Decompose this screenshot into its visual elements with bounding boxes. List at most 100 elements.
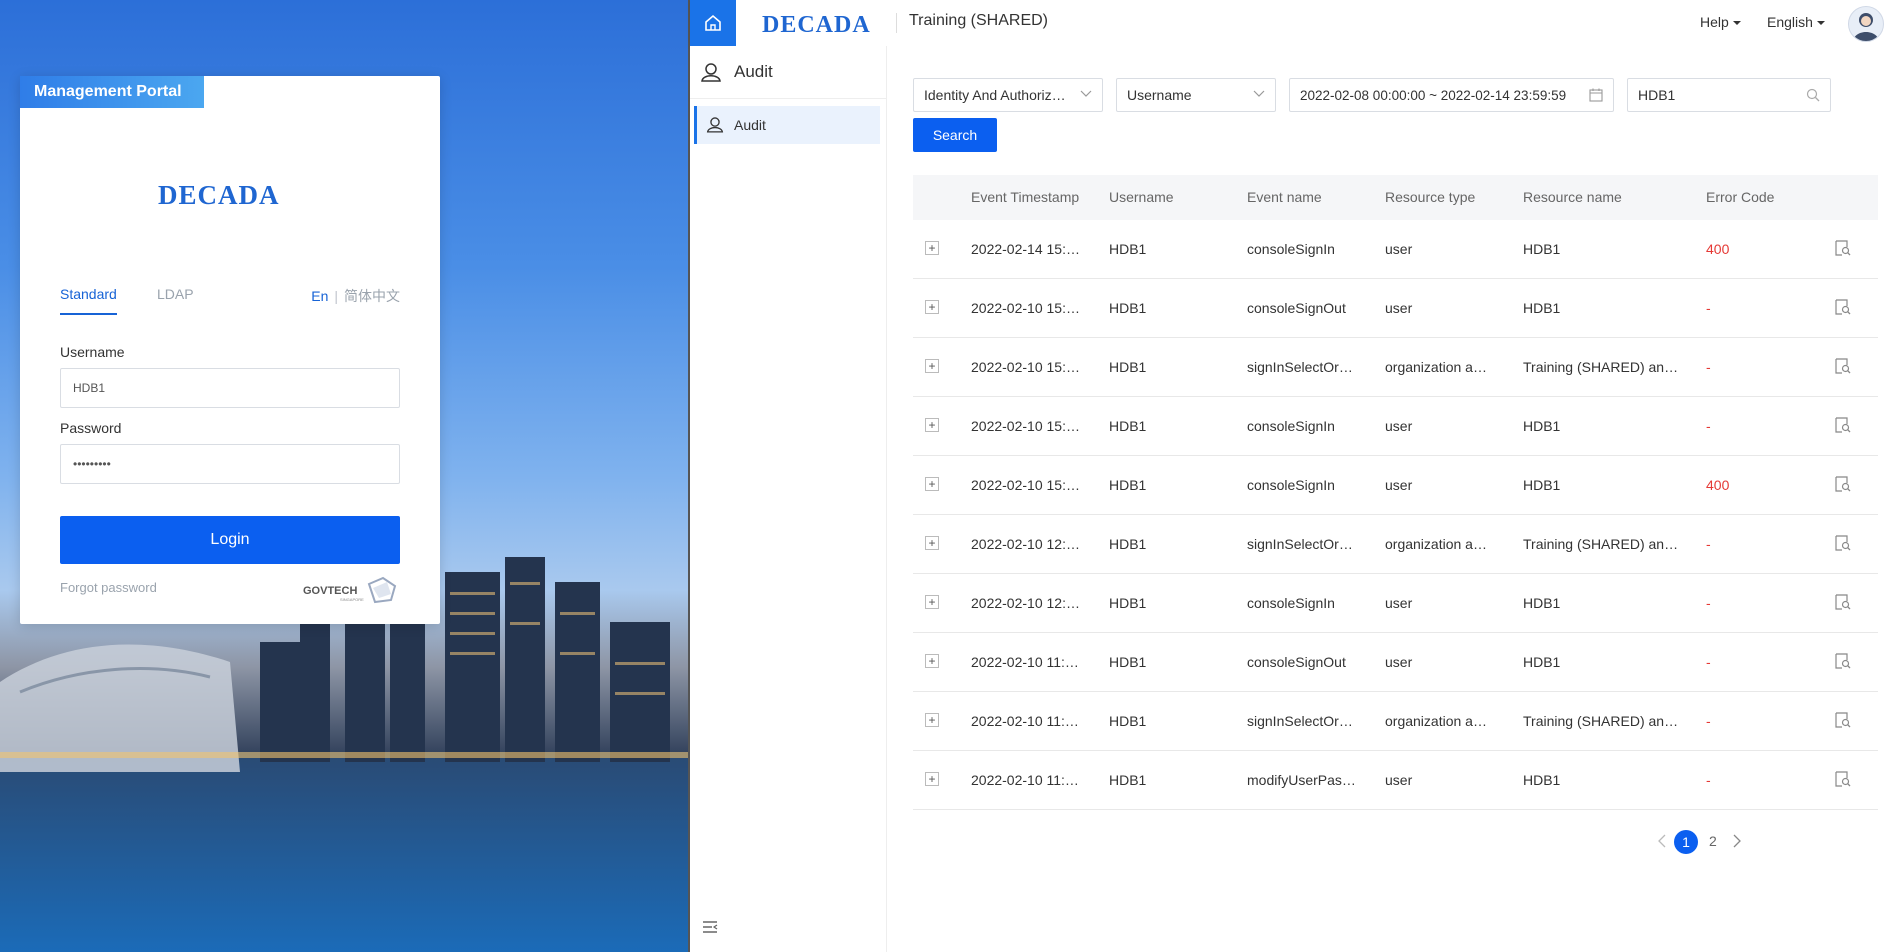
password-field[interactable]: ••••••••• [60,444,400,484]
column-header: Error Code [1706,189,1775,205]
expand-row-button[interactable]: + [925,241,939,255]
username-cell: HDB1 [1109,477,1147,493]
login-card: Management Portal DECADA Standard LDAP E… [20,76,440,624]
event-timestamp-cell: 2022-02-10 11:… [971,772,1079,788]
event-name-cell: modifyUserPas… [1247,772,1356,788]
svg-text:GOVTECH: GOVTECH [303,585,357,597]
expand-row-button[interactable]: + [925,654,939,668]
resource-name-cell: Training (SHARED) an… [1523,536,1679,552]
language-label: English [1767,14,1813,30]
home-button[interactable] [690,0,736,46]
lang-cn-link[interactable]: 简体中文 [344,288,400,304]
sidebar-header: Audit [690,46,886,99]
date-range-picker[interactable]: 2022-02-08 00:00:00 ~ 2022-02-14 23:59:5… [1289,78,1614,112]
error-code-cell: - [1706,536,1711,552]
decada-logo[interactable]: DECADA [762,10,882,36]
resource-type-cell: user [1385,418,1413,434]
view-detail-icon[interactable] [1835,299,1851,315]
event-timestamp-cell: 2022-02-10 15:… [971,359,1080,375]
page-button-1[interactable]: 1 [1674,830,1698,854]
category-select[interactable]: Identity And Authorization [913,78,1103,112]
event-name-cell: consoleSignIn [1247,241,1335,257]
column-header: Event Timestamp [971,189,1080,205]
tab-ldap[interactable]: LDAP [157,286,194,302]
resource-name-cell: HDB1 [1523,595,1561,611]
resource-type-cell: user [1385,595,1413,611]
view-detail-icon[interactable] [1835,653,1851,669]
resource-type-cell: organization a… [1385,713,1487,729]
help-menu[interactable]: Help [1700,14,1741,30]
view-detail-icon[interactable] [1835,417,1851,433]
table-body: +2022-02-14 15:… HDB1 consoleSignIn user HDB… [913,220,1878,810]
table-row: +2022-02-10 12:… HDB1 consoleSignIn user HDB… [913,574,1878,633]
view-detail-icon[interactable] [1835,476,1851,492]
expand-row-button[interactable]: + [925,418,939,432]
language-menu[interactable]: English [1767,14,1825,30]
username-field[interactable]: HDB1 [60,368,400,408]
lang-en-link[interactable]: En [311,288,328,304]
search-icon [1806,88,1820,102]
error-code-cell: - [1706,359,1711,375]
error-code-cell: 400 [1706,241,1730,257]
sidebar-item-audit[interactable]: Audit [694,106,880,144]
page-button-2[interactable]: 2 [1709,833,1717,849]
home-icon [705,14,721,31]
expand-row-button[interactable]: + [925,772,939,786]
user-avatar[interactable] [1848,6,1884,42]
resource-name-cell: HDB1 [1523,654,1561,670]
category-select-value: Identity And Authorization [924,87,1072,103]
username-cell: HDB1 [1109,241,1147,257]
view-detail-icon[interactable] [1835,594,1851,610]
table-row: +2022-02-10 11:… HDB1 modifyUserPas… user HD… [913,751,1878,810]
resource-name-cell: HDB1 [1523,241,1561,257]
expand-row-button[interactable]: + [925,359,939,373]
field-select[interactable]: Username [1116,78,1276,112]
resource-name-cell: HDB1 [1523,477,1561,493]
event-name-cell: signInSelectOr… [1247,359,1353,375]
title-divider [896,13,897,33]
field-select-value: Username [1127,87,1192,103]
sidebar: Audit Audit [690,46,887,952]
resource-type-cell: organization a… [1385,536,1487,552]
chevron-right-icon[interactable] [1732,834,1742,848]
forgot-password-link[interactable]: Forgot password [60,580,157,595]
password-label: Password [60,420,122,436]
table-row: +2022-02-10 15:… HDB1 signInSelectOr… organ… [913,338,1878,397]
event-name-cell: signInSelectOr… [1247,536,1353,552]
event-name-cell: consoleSignIn [1247,477,1335,493]
event-name-cell: consoleSignOut [1247,654,1346,670]
table-row: +2022-02-10 15:… HDB1 consoleSignIn user HDB… [913,397,1878,456]
table-row: +2022-02-10 15:… HDB1 consoleSignIn user HDB… [913,456,1878,515]
expand-row-button[interactable]: + [925,595,939,609]
search-button[interactable]: Search [913,118,997,152]
username-label: Username [60,344,125,360]
view-detail-icon[interactable] [1835,712,1851,728]
view-detail-icon[interactable] [1835,535,1851,551]
caret-down-icon [1732,21,1741,26]
portal-title: Management Portal [20,76,204,108]
username-cell: HDB1 [1109,595,1147,611]
collapse-menu-icon[interactable] [702,920,718,934]
expand-row-button[interactable]: + [925,713,939,727]
column-header: Username [1109,189,1174,205]
lang-separator: | [334,288,338,304]
expand-row-button[interactable]: + [925,477,939,491]
search-input[interactable]: HDB1 [1627,78,1831,112]
expand-row-button[interactable]: + [925,536,939,550]
username-cell: HDB1 [1109,418,1147,434]
calendar-icon [1589,88,1603,102]
chevron-left-icon[interactable] [1657,834,1667,848]
resource-type-cell: user [1385,772,1413,788]
table-row: +2022-02-14 15:… HDB1 consoleSignIn user HDB… [913,220,1878,279]
view-detail-icon[interactable] [1835,358,1851,374]
expand-row-button[interactable]: + [925,300,939,314]
login-button[interactable]: Login [60,516,400,564]
table-row: +2022-02-10 11:… HDB1 consoleSignOut user HD… [913,633,1878,692]
resource-name-cell: HDB1 [1523,772,1561,788]
sidebar-header-label: Audit [734,62,773,81]
view-detail-icon[interactable] [1835,771,1851,787]
govtech-logo: GOVTECH SINGAPORE [303,576,397,604]
column-header: Resource type [1385,189,1476,205]
tab-standard[interactable]: Standard [60,286,117,315]
view-detail-icon[interactable] [1835,240,1851,256]
